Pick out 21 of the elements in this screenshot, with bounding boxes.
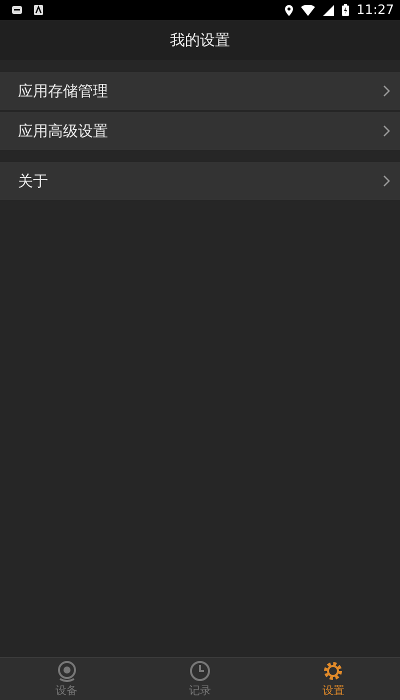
settings-row[interactable]: 应用高级设置: [0, 112, 400, 150]
clock-time: 11:27: [356, 2, 394, 18]
chevron-icon: [383, 125, 390, 137]
wifi-icon: [300, 4, 315, 16]
gear-icon: [322, 660, 344, 682]
location-icon: [284, 4, 293, 16]
chevron-icon: [383, 85, 390, 97]
settings-row[interactable]: 应用存储管理: [0, 72, 400, 110]
signal-icon: [322, 4, 334, 16]
camera-icon: [56, 660, 78, 682]
row-label: 关于: [18, 172, 48, 190]
settings-row[interactable]: 关于: [0, 162, 400, 200]
row-label: 应用高级设置: [18, 122, 108, 140]
battery-icon: [342, 4, 349, 16]
page-title: 我的设置: [170, 30, 230, 50]
clock-icon: [188, 660, 211, 682]
nav-tab[interactable]: 设置: [266, 658, 400, 700]
chevron-icon: [383, 175, 390, 187]
notification-icon: [12, 5, 22, 15]
row-label: 应用存储管理: [18, 82, 108, 100]
notification-icon: [34, 5, 43, 15]
